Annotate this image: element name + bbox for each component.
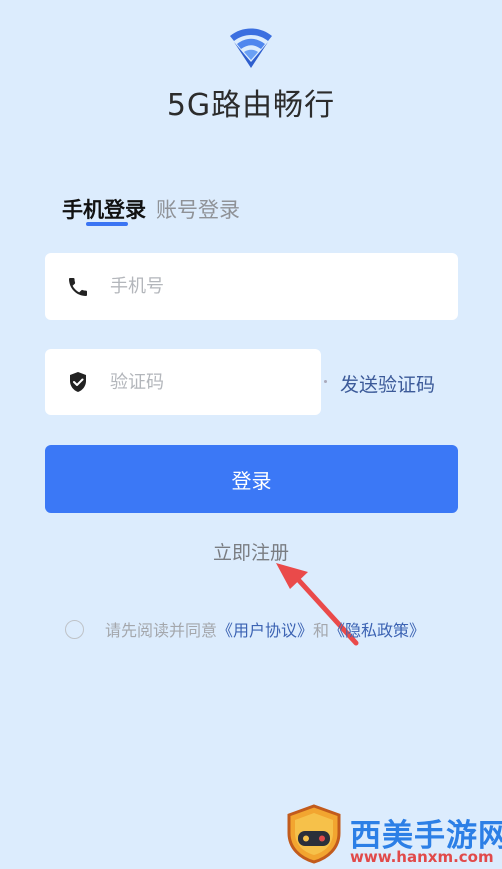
phone-icon bbox=[69, 277, 87, 296]
privacy-policy-link[interactable]: 《隐私政策》 bbox=[329, 617, 425, 641]
active-tab-indicator bbox=[86, 222, 128, 226]
watermark-url: www.hanxm.com bbox=[350, 848, 494, 866]
agreement-conjunction: 和 bbox=[313, 621, 330, 640]
login-button[interactable]: 登录 bbox=[45, 445, 458, 513]
code-input[interactable] bbox=[108, 370, 321, 394]
send-code-button[interactable]: 发送验证码 bbox=[340, 370, 435, 397]
agreement-row: 请先阅读并同意 《用户协议》和《隐私政策》 bbox=[65, 617, 485, 641]
shield-check-icon bbox=[70, 372, 86, 392]
agreement-prefix: 请先阅读并同意 bbox=[105, 621, 218, 640]
tab-phone-login[interactable]: 手机登录 bbox=[62, 194, 146, 224]
agreement-checkbox[interactable] bbox=[65, 619, 84, 639]
tab-account-login[interactable]: 账号登录 bbox=[156, 194, 240, 224]
app-logo-icon bbox=[230, 28, 272, 68]
code-field bbox=[45, 349, 321, 415]
login-tabs: 手机登录 账号登录 bbox=[62, 194, 250, 234]
register-link[interactable]: 立即注册 bbox=[0, 538, 502, 565]
phone-input[interactable] bbox=[108, 275, 458, 298]
separator-dot bbox=[324, 380, 327, 383]
watermark-logo-icon bbox=[287, 804, 341, 864]
phone-field bbox=[45, 253, 458, 320]
user-agreement-link[interactable]: 《用户协议》 bbox=[217, 617, 313, 641]
app-title: 5G路由畅行 bbox=[166, 88, 336, 123]
